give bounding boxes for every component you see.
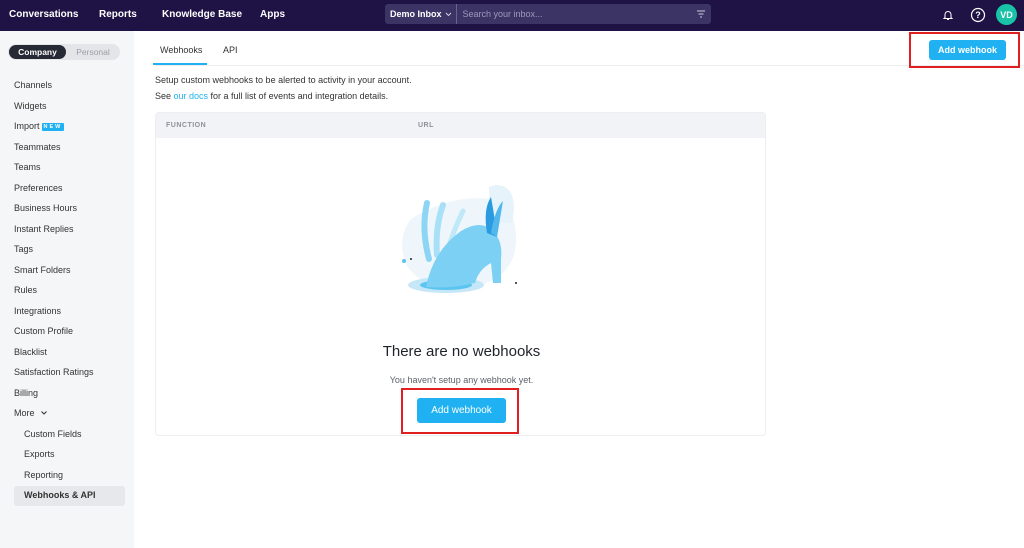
sidebar-item-billing[interactable]: Billing	[14, 388, 38, 398]
top-navigation-bar: Conversations Reports Knowledge Base App…	[0, 0, 1024, 31]
sidebar-item-blacklist[interactable]: Blacklist	[14, 347, 47, 357]
chevron-down-icon	[41, 411, 47, 415]
sidebar-item-label: More	[14, 408, 35, 418]
sidebar-item-label: Import	[14, 121, 40, 131]
sidebar-item-smart-folders[interactable]: Smart Folders	[14, 265, 71, 275]
filter-icon[interactable]	[691, 10, 711, 18]
description-line-1: Setup custom webhooks to be alerted to a…	[155, 75, 412, 85]
sidebar-item-custom-fields[interactable]: Custom Fields	[24, 429, 82, 439]
toggle-company[interactable]: Company	[9, 45, 66, 59]
empty-state-title: There are no webhooks	[382, 343, 541, 360]
nav-knowledge-base[interactable]: Knowledge Base	[162, 9, 242, 20]
sidebar-item-teammates[interactable]: Teammates	[14, 142, 61, 152]
nav-apps[interactable]: Apps	[260, 9, 285, 20]
sidebar-item-more[interactable]: More	[14, 408, 48, 418]
sidebar-item-webhooks-api[interactable]: Webhooks & API	[24, 490, 96, 500]
table-header: FUNCTION URL	[156, 113, 765, 138]
empty-state-illustration	[402, 185, 517, 293]
inbox-search-bar: Demo Inbox	[385, 4, 711, 24]
sidebar-item-teams[interactable]: Teams	[14, 162, 41, 172]
chevron-down-icon	[445, 12, 451, 16]
sidebar-item-tags[interactable]: Tags	[14, 244, 33, 254]
column-header-url: URL	[418, 122, 434, 129]
tab-webhooks[interactable]: Webhooks	[160, 45, 202, 55]
inbox-selector-label: Demo Inbox	[390, 9, 442, 19]
new-badge: NEW	[41, 123, 65, 131]
sidebar-item-business-hours[interactable]: Business Hours	[14, 203, 77, 213]
highlight-box	[401, 388, 519, 434]
sidebar-item-preferences[interactable]: Preferences	[14, 183, 63, 193]
toggle-personal[interactable]: Personal	[66, 47, 120, 57]
sidebar-item-import[interactable]: Import NEW	[14, 121, 65, 131]
nav-conversations[interactable]: Conversations	[9, 9, 78, 20]
column-header-function: FUNCTION	[166, 122, 207, 129]
sidebar-item-rules[interactable]: Rules	[14, 285, 37, 295]
user-avatar[interactable]: VD	[996, 4, 1017, 25]
sidebar-item-instant-replies[interactable]: Instant Replies	[14, 224, 74, 234]
company-personal-toggle: Company Personal	[8, 44, 120, 60]
sidebar-item-custom-profile[interactable]: Custom Profile	[14, 326, 73, 336]
description-prefix: See	[155, 91, 174, 101]
inbox-selector[interactable]: Demo Inbox	[385, 4, 457, 24]
tab-active-indicator	[153, 63, 207, 65]
sidebar-item-channels[interactable]: Channels	[14, 80, 52, 90]
settings-sidebar: Company Personal Channels Widgets Import…	[0, 31, 134, 548]
svg-text:?: ?	[975, 10, 981, 20]
bell-icon[interactable]	[939, 6, 957, 24]
sidebar-item-satisfaction-ratings[interactable]: Satisfaction Ratings	[14, 367, 94, 377]
description-line-2: See our docs for a full list of events a…	[155, 91, 388, 101]
docs-link[interactable]: our docs	[174, 91, 209, 101]
tab-api[interactable]: API	[223, 45, 238, 55]
highlight-box	[909, 32, 1020, 68]
sidebar-item-exports[interactable]: Exports	[24, 449, 55, 459]
nav-reports[interactable]: Reports	[99, 9, 137, 20]
sidebar-item-reporting[interactable]: Reporting	[24, 470, 63, 480]
sidebar-item-widgets[interactable]: Widgets	[14, 101, 47, 111]
description-suffix: for a full list of events and integratio…	[208, 91, 389, 101]
empty-state-subtitle: You haven't setup any webhook yet.	[389, 375, 534, 385]
search-input[interactable]	[456, 9, 691, 19]
sidebar-item-integrations[interactable]: Integrations	[14, 306, 61, 316]
settings-tabs: Webhooks API	[155, 31, 1024, 66]
help-icon[interactable]: ?	[969, 6, 987, 24]
